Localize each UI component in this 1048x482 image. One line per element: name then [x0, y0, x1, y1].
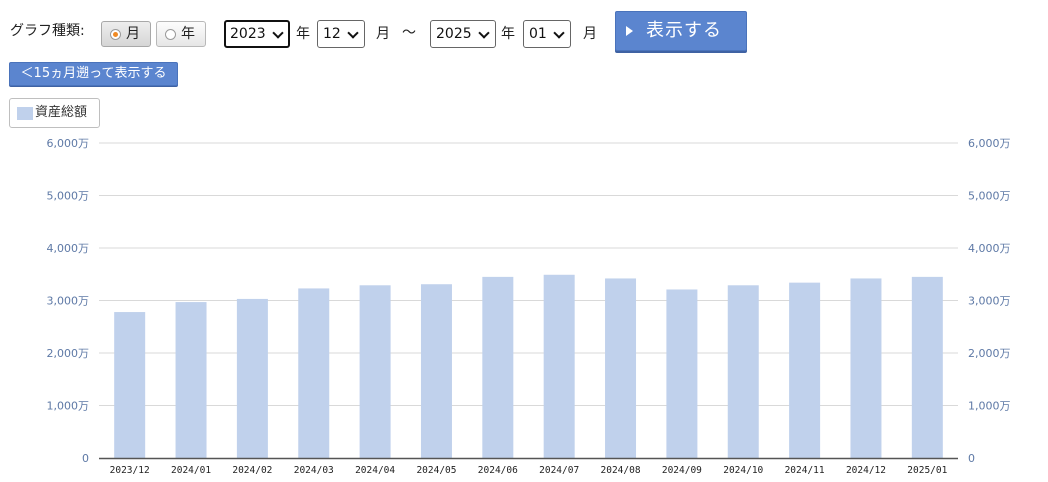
y-tick-label-left: 1,000万 — [47, 400, 90, 413]
bar — [420, 284, 452, 458]
x-tick-label: 2023/12 — [110, 465, 150, 476]
bar — [666, 289, 698, 458]
x-tick-label: 2024/07 — [539, 465, 579, 476]
x-tick-label: 2024/12 — [846, 465, 886, 476]
y-tick-label-right: 2,000万 — [968, 347, 1011, 360]
bar — [175, 302, 207, 458]
y-tick-label-left: 3,000万 — [47, 295, 90, 308]
y-tick-label-right: 5,000万 — [968, 190, 1011, 203]
bar — [543, 274, 575, 458]
x-tick-label: 2025/01 — [907, 465, 947, 476]
x-tick-label: 2024/08 — [601, 465, 641, 476]
bar — [727, 285, 759, 458]
bar — [359, 285, 391, 458]
x-tick-label: 2024/03 — [294, 465, 334, 476]
asset-bar-chart: 0 0 1,000万 1,000万 2,000万 2,000万 3,000万 3,000万 4,… — [47, 137, 1011, 476]
bar — [789, 282, 821, 458]
y-tick-label-right: 0 — [968, 452, 975, 465]
y-tick-label-left: 6,000万 — [47, 137, 90, 150]
x-tick-label: 2024/04 — [355, 465, 395, 476]
y-tick-label-left: 0 — [82, 452, 89, 465]
bar — [605, 278, 637, 458]
bar — [911, 276, 943, 458]
y-tick-label-right: 1,000万 — [968, 400, 1011, 413]
x-tick-label: 2024/06 — [478, 465, 518, 476]
y-tick-label-right: 4,000万 — [968, 242, 1011, 255]
y-tick-label-left: 5,000万 — [47, 190, 90, 203]
bar — [298, 288, 330, 458]
x-tick-label: 2024/11 — [785, 465, 825, 476]
y-tick-label-left: 2,000万 — [47, 347, 90, 360]
x-tick-label: 2024/01 — [171, 465, 211, 476]
y-tick-label-right: 6,000万 — [968, 137, 1011, 150]
bar — [850, 278, 882, 458]
x-tick-label: 2024/02 — [232, 465, 272, 476]
bar — [482, 276, 514, 458]
bar — [236, 298, 268, 458]
y-tick-label-right: 3,000万 — [968, 295, 1011, 308]
x-tick-label: 2024/10 — [723, 465, 763, 476]
x-tick-label: 2024/05 — [416, 465, 456, 476]
x-tick-label: 2024/09 — [662, 465, 702, 476]
bar — [114, 312, 146, 458]
y-tick-label-left: 4,000万 — [47, 242, 90, 255]
